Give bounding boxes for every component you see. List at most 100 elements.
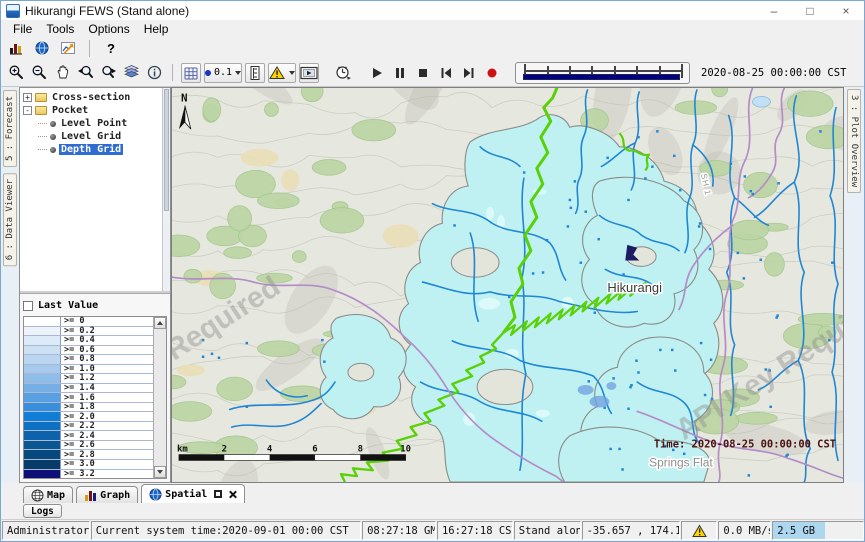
tab-forecast[interactable]: 5 : Forecast [3, 90, 17, 167]
scroll-down-icon[interactable] [154, 466, 166, 478]
tree-item[interactable]: + Cross-section [20, 91, 162, 104]
label-locality: Springs Flat [649, 455, 713, 469]
filter-tree-panel: + Cross-section - PocketLevel PointLevel Gr… [20, 88, 170, 293]
app-icon [6, 4, 20, 18]
info-icon[interactable] [144, 63, 164, 83]
menu-tools[interactable]: Tools [40, 22, 80, 36]
step-back-button[interactable] [436, 63, 456, 83]
animation-timer-icon[interactable] [333, 63, 353, 83]
folder-icon [35, 93, 47, 102]
legend-swatch [24, 412, 61, 421]
toolbar-separator [172, 64, 173, 81]
expand-toggle-icon[interactable]: - [23, 106, 32, 115]
zoom-previous-icon[interactable] [75, 63, 95, 83]
tree-item-label: Level Grid [59, 131, 123, 142]
map-viewport[interactable]: API Key Required API Key Required N km 2… [171, 87, 844, 483]
menu-file[interactable]: File [7, 22, 38, 36]
threshold-warning-dropdown[interactable] [268, 63, 296, 83]
zoom-out-icon[interactable] [29, 63, 49, 83]
menu-options[interactable]: Options [82, 22, 135, 36]
logs-button[interactable]: Logs [23, 504, 62, 518]
zoom-next-icon[interactable] [98, 63, 118, 83]
tree-item[interactable]: Level Grid [20, 130, 162, 143]
status-warning[interactable] [681, 521, 717, 540]
logs-row: Logs [1, 503, 864, 520]
tree-item[interactable]: Depth Grid [20, 143, 162, 156]
database-icon[interactable] [6, 38, 26, 58]
pan-hand-icon[interactable] [52, 63, 72, 83]
menu-help[interactable]: Help [138, 22, 175, 36]
last-value-checkbox[interactable] [23, 301, 33, 311]
current-time-label: 2020-08-25 00:00:00 CST [701, 67, 859, 79]
warning-icon [692, 524, 707, 538]
legend-swatch [24, 450, 61, 459]
status-user: Administrator [2, 521, 90, 540]
svg-text:10: 10 [400, 445, 411, 455]
expand-toggle-icon[interactable]: + [23, 93, 32, 102]
legend-swatch [24, 441, 61, 450]
legend-label: >= 0.2 [61, 327, 153, 336]
legend-swatch [24, 422, 61, 431]
globe-wire-icon [31, 489, 44, 502]
grid-toggle-button[interactable] [181, 63, 201, 83]
tab-plot-overview[interactable]: 3 : Plot Overview [847, 89, 861, 193]
svg-text:6: 6 [312, 445, 317, 455]
legend-list: >= 0>= 0.2>= 0.4>= 0.6>= 0.8>= 1.0>= 1.2… [23, 316, 167, 479]
scale-gauge-button[interactable] [245, 63, 265, 83]
legend-swatch [24, 431, 61, 440]
map-canvas[interactable]: API Key Required API Key Required N km 2… [172, 88, 843, 482]
tree-item-label: Depth Grid [59, 144, 123, 155]
close-panel-icon[interactable] [228, 490, 237, 499]
legend-panel: Last Value >= 0>= 0.2>= 0.4>= 0.6>= 0.8>… [20, 293, 170, 482]
record-button[interactable] [482, 63, 502, 83]
legend-label: >= 1.8 [61, 403, 153, 412]
close-button[interactable]: × [828, 1, 864, 20]
last-value-label: Last Value [38, 300, 98, 311]
tree-item-label: Cross-section [50, 92, 132, 103]
maximize-panel-icon[interactable] [214, 490, 222, 498]
tree-item[interactable]: Level Point [20, 117, 162, 130]
stop-button[interactable] [413, 63, 433, 83]
map-toolbar: 0.1 2020-08-25 00:00:00 CST [1, 59, 864, 87]
scroll-up-icon[interactable] [154, 317, 166, 329]
map-time-label: Time: 2020-08-25 00:00:00 CST [654, 439, 836, 451]
play-button[interactable] [367, 63, 387, 83]
maximize-button[interactable]: □ [792, 1, 828, 20]
status-local-time: 16:27:18 CST [437, 521, 513, 540]
layers-icon[interactable] [121, 63, 141, 83]
legend-row[interactable]: >= 3.2 [24, 470, 153, 479]
minimize-button[interactable]: – [756, 1, 792, 20]
label-town: Hikurangi [607, 280, 662, 295]
pause-button[interactable] [390, 63, 410, 83]
svg-text:4: 4 [267, 445, 272, 455]
tab-graph[interactable]: Graph [76, 486, 138, 503]
menu-bar: File Tools Options Help [1, 20, 864, 37]
chart-display-icon[interactable] [58, 38, 78, 58]
tree-item-label: Pocket [50, 105, 90, 116]
legend-swatch [24, 346, 61, 355]
legend-label: >= 3.0 [61, 460, 153, 469]
time-slider[interactable] [515, 62, 690, 84]
tab-spatial[interactable]: Spatial [141, 484, 245, 503]
legend-swatch [24, 470, 61, 479]
help-button[interactable]: ? [101, 38, 121, 58]
legend-swatch [24, 317, 61, 326]
time-slider-track [524, 70, 681, 72]
toolbar-separator [89, 40, 90, 57]
contour-value-dropdown[interactable]: 0.1 [204, 63, 242, 83]
step-forward-button[interactable] [459, 63, 479, 83]
legend-swatch [24, 403, 61, 412]
node-bullet-icon [50, 121, 56, 127]
legend-scrollbar[interactable] [153, 317, 166, 478]
status-bar: Administrator Current system time:2020-0… [1, 520, 864, 541]
time-span-bar[interactable] [523, 74, 680, 80]
chevron-down-icon [235, 71, 241, 75]
tab-data-viewer[interactable]: 6 : Data Viewer [3, 173, 17, 266]
zoom-in-icon[interactable] [6, 63, 26, 83]
tab-map[interactable]: Map [23, 486, 73, 503]
globe-icon[interactable] [32, 38, 52, 58]
animation-movie-button[interactable] [299, 63, 319, 83]
tree-item[interactable]: - Pocket [20, 104, 162, 117]
tree-scrollbar[interactable] [162, 88, 170, 291]
left-dock-strip: 5 : Forecast 6 : Data Viewer [1, 87, 19, 483]
